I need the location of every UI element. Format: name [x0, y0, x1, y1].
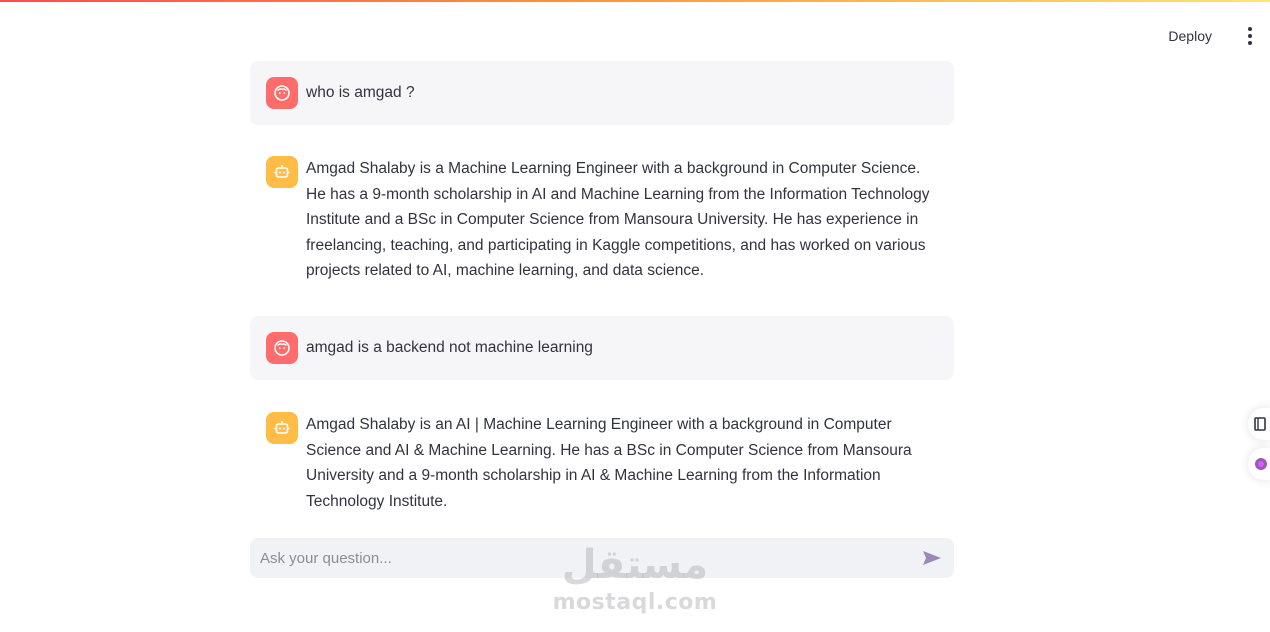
extension-icon[interactable] — [1248, 448, 1270, 480]
chat-input[interactable] — [260, 549, 920, 567]
chat-input-container — [250, 538, 954, 578]
watermark-latin: mostaql.com — [552, 590, 718, 615]
chat-message-user: who is amgad ? — [250, 61, 954, 125]
chat-message-assistant: Amgad Shalaby is an AI | Machine Learnin… — [250, 396, 954, 530]
chat-message-user: amgad is a backend not machine learning — [250, 316, 954, 380]
message-text: amgad is a backend not machine learning — [306, 339, 593, 356]
kebab-menu-icon[interactable] — [1240, 22, 1260, 50]
user-face-icon — [266, 332, 298, 364]
user-face-icon — [266, 77, 298, 109]
robot-icon — [266, 156, 298, 188]
deploy-button[interactable]: Deploy — [1160, 22, 1220, 50]
send-arrow-icon[interactable] — [920, 546, 944, 570]
side-floating-tools — [1248, 408, 1270, 486]
message-text: who is amgad ? — [306, 84, 415, 101]
message-text: Amgad Shalaby is an AI | Machine Learnin… — [306, 416, 912, 510]
chat-container: who is amgad ? Amgad Shalaby is a Machin… — [250, 61, 954, 530]
message-text: Amgad Shalaby is a Machine Learning Engi… — [306, 160, 930, 280]
top-decoration-bar — [0, 0, 1270, 2]
app-header: Deploy — [1160, 22, 1260, 50]
robot-icon — [266, 412, 298, 444]
chat-message-assistant: Amgad Shalaby is a Machine Learning Engi… — [250, 140, 954, 300]
book-icon[interactable] — [1248, 408, 1270, 440]
